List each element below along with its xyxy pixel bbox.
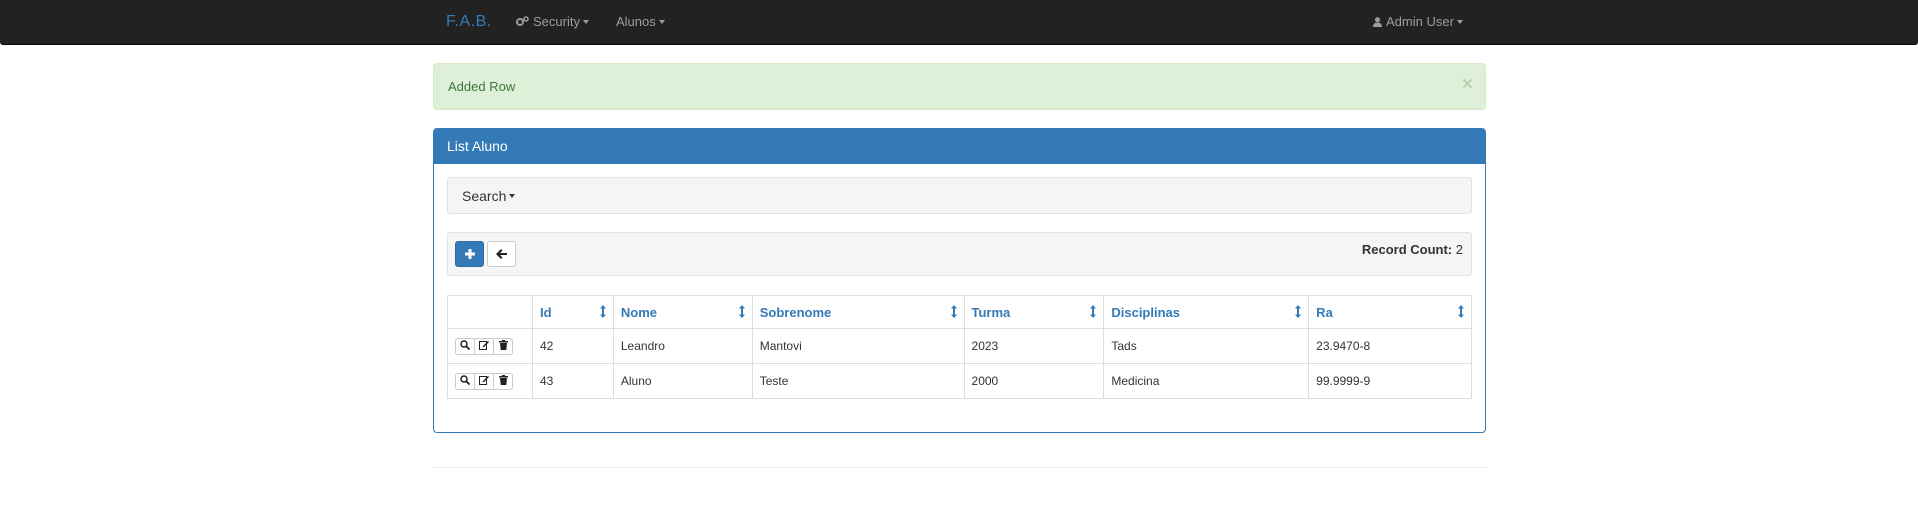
nav-user-menu[interactable]: Admin User bbox=[1373, 14, 1463, 29]
cell-sobrenome: Teste bbox=[751, 363, 965, 399]
edit-record-button[interactable] bbox=[474, 337, 494, 355]
nav-alunos-label: Alunos bbox=[616, 14, 656, 29]
edit-record-button[interactable] bbox=[474, 372, 494, 390]
sort-icon[interactable] bbox=[1458, 305, 1464, 321]
sort-icon[interactable] bbox=[599, 305, 606, 321]
cell-nome: Leandro bbox=[612, 328, 753, 364]
search-icon bbox=[460, 339, 471, 353]
search-dropdown-button[interactable]: Search bbox=[462, 188, 516, 204]
cell-nome: Aluno bbox=[612, 363, 753, 399]
show-record-button[interactable] bbox=[455, 337, 475, 355]
chevron-down-icon bbox=[658, 19, 665, 24]
record-count-value: 2 bbox=[1455, 242, 1463, 257]
cogs-icon bbox=[516, 16, 529, 27]
header-id[interactable]: Id bbox=[531, 295, 614, 329]
row-actions bbox=[447, 328, 533, 364]
panel-title: List Aluno bbox=[434, 129, 1485, 164]
record-count: Record Count: 2 bbox=[1362, 242, 1463, 257]
search-bar: Search bbox=[447, 177, 1472, 214]
trash-icon bbox=[498, 339, 508, 353]
header-sobrenome[interactable]: Sobrenome bbox=[751, 295, 965, 329]
edit-icon bbox=[479, 339, 489, 353]
brand-logo[interactable]: F.A.B. bbox=[446, 13, 492, 31]
cell-disciplinas: Tads bbox=[1103, 328, 1310, 364]
cell-id: 43 bbox=[531, 363, 614, 399]
close-icon[interactable]: × bbox=[1462, 75, 1473, 95]
header-label: Ra bbox=[1316, 304, 1333, 320]
chevron-down-icon bbox=[582, 19, 589, 24]
chevron-down-icon bbox=[509, 194, 516, 198]
show-record-button[interactable] bbox=[455, 372, 475, 390]
header-label: Nome bbox=[620, 304, 657, 320]
edit-icon bbox=[479, 374, 489, 388]
plus-icon bbox=[464, 247, 475, 262]
table-row: 43 Aluno Teste 2000 Medicina 99.9999-9 bbox=[447, 363, 1472, 399]
cell-id: 42 bbox=[531, 328, 614, 364]
table-row: 42 Leandro Mantovi 2023 Tads 23.9470-8 bbox=[447, 328, 1472, 364]
table-header-row: Id Nome Sobrenome Turma Disciplinas Ra bbox=[447, 295, 1472, 329]
back-button[interactable] bbox=[487, 241, 516, 267]
delete-record-button[interactable] bbox=[493, 337, 513, 355]
nav-security-label: Security bbox=[533, 14, 580, 29]
header-nome[interactable]: Nome bbox=[612, 295, 753, 329]
search-icon bbox=[460, 374, 471, 388]
list-panel: List Aluno Search Record Count: 2 Id Nom… bbox=[433, 128, 1486, 433]
sort-icon[interactable] bbox=[950, 305, 957, 321]
trash-icon bbox=[498, 374, 508, 388]
search-label: Search bbox=[462, 188, 507, 204]
cell-turma: 2000 bbox=[963, 363, 1105, 399]
header-label: Turma bbox=[971, 304, 1011, 320]
cell-turma: 2023 bbox=[963, 328, 1105, 364]
footer-divider bbox=[433, 467, 1486, 468]
nav-alunos-menu[interactable]: Alunos bbox=[616, 14, 665, 29]
sort-icon[interactable] bbox=[738, 305, 745, 321]
header-turma[interactable]: Turma bbox=[963, 295, 1105, 329]
cell-disciplinas: Medicina bbox=[1103, 363, 1310, 399]
delete-record-button[interactable] bbox=[493, 372, 513, 390]
chevron-down-icon bbox=[1456, 19, 1463, 24]
header-actions bbox=[447, 295, 533, 329]
header-label: Id bbox=[539, 304, 552, 320]
record-count-label: Record Count: bbox=[1361, 242, 1453, 257]
header-ra[interactable]: Ra bbox=[1308, 295, 1472, 329]
header-label: Disciplinas bbox=[1111, 304, 1180, 320]
header-label: Sobrenome bbox=[759, 304, 832, 320]
data-table: Id Nome Sobrenome Turma Disciplinas Ra 4… bbox=[447, 295, 1472, 399]
cell-ra: 23.9470-8 bbox=[1308, 328, 1472, 364]
add-button[interactable] bbox=[455, 241, 484, 267]
user-icon bbox=[1373, 16, 1382, 27]
cell-sobrenome: Mantovi bbox=[751, 328, 965, 364]
navbar: F.A.B. Security Alunos Admin User bbox=[0, 0, 1918, 45]
list-toolbar: Record Count: 2 bbox=[447, 232, 1472, 276]
nav-user-label: Admin User bbox=[1386, 14, 1454, 29]
sort-icon[interactable] bbox=[1090, 305, 1097, 321]
header-disciplinas[interactable]: Disciplinas bbox=[1103, 295, 1310, 329]
sort-icon[interactable] bbox=[1295, 305, 1302, 321]
row-actions bbox=[447, 363, 533, 399]
cell-ra: 99.9999-9 bbox=[1308, 363, 1472, 399]
nav-security-menu[interactable]: Security bbox=[516, 14, 589, 29]
arrow-left-icon bbox=[496, 247, 507, 262]
success-alert: Added Row × bbox=[433, 63, 1486, 110]
alert-message: Added Row bbox=[448, 79, 516, 94]
